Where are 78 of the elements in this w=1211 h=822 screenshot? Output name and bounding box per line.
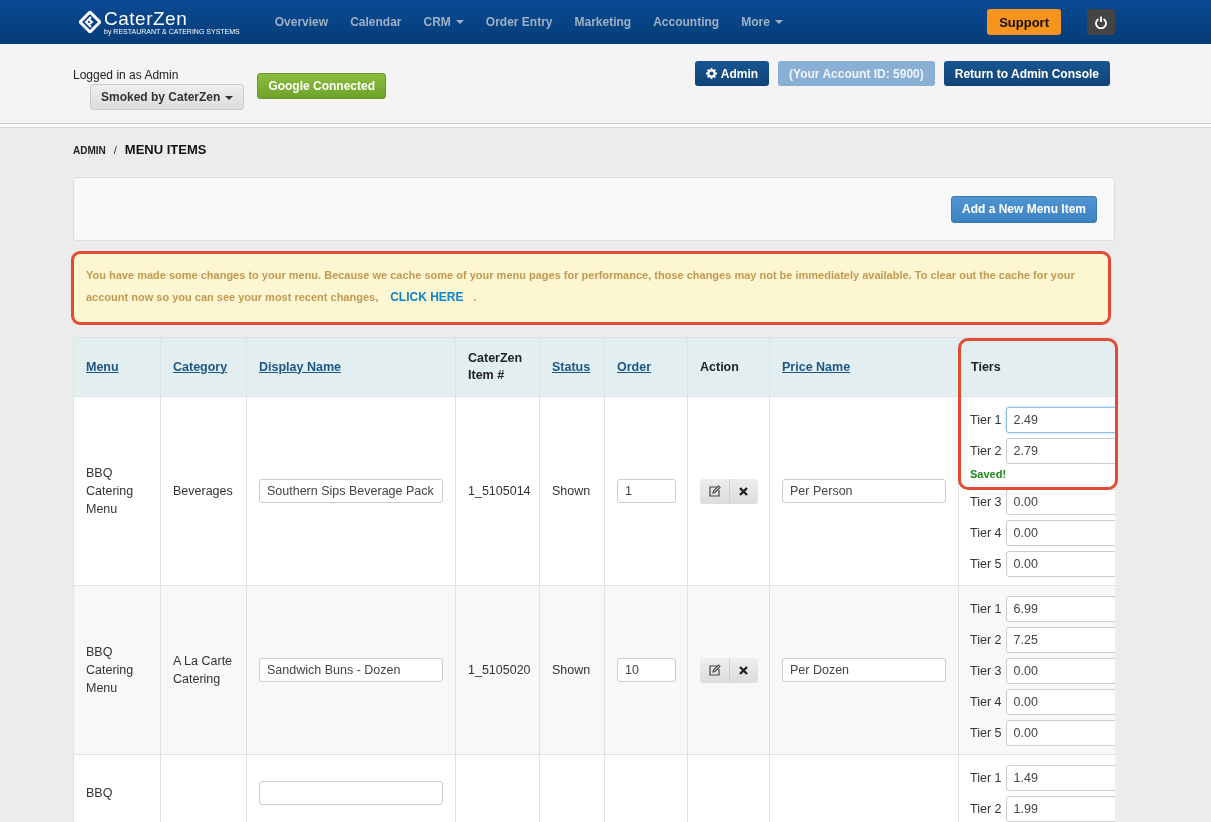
tier-price-field[interactable]: 1.49 <box>1005 764 1115 791</box>
tier-price-field[interactable]: 2.49 <box>1005 406 1115 433</box>
breadcrumb-link[interactable]: ADMIN <box>73 145 106 156</box>
column-header: Action <box>700 359 739 374</box>
table-cell: BBQ <box>86 785 113 800</box>
price-name-field[interactable]: Per Person <box>782 479 946 503</box>
x-icon <box>738 485 750 497</box>
sort-link[interactable]: Display Name <box>259 359 341 374</box>
tier-label: Tier 5 <box>970 724 1002 742</box>
click-here-link[interactable]: CLICK HERE <box>390 290 464 304</box>
return-to-admin-console-button[interactable]: Return to Admin Console <box>943 61 1110 86</box>
column-header: Tiers <box>971 359 1001 374</box>
tier-label: Tier 1 <box>970 600 1002 618</box>
saved-message: Saved! <box>970 467 1008 482</box>
sort-link[interactable]: Menu <box>86 359 119 374</box>
edit-icon <box>707 485 721 497</box>
tier-price-field[interactable]: 2.79 <box>1005 437 1115 464</box>
tier-price-field[interactable]: 7.25 <box>1005 626 1115 653</box>
alert-message: You have made some changes to your menu. Because we cache some of your menu pages for performance, those changes may not be immediately available. To clear out the cache for your account now so you can see your most recent changes, CLICK HERE . <box>86 269 1075 303</box>
location-dropdown[interactable]: Smoked by CaterZen <box>90 84 245 110</box>
tier-label: Tier 2 <box>970 631 1002 649</box>
logo-icon <box>79 11 101 33</box>
tier-label: Tier 5 <box>970 555 1002 573</box>
tier-price-field[interactable]: 0.00 <box>1005 688 1115 715</box>
tier-price-field[interactable]: 0.00 <box>1005 657 1115 684</box>
edit-icon <box>707 664 721 676</box>
nav-link[interactable]: CRM <box>412 15 475 29</box>
table-cell: Shown <box>552 484 591 498</box>
sort-link[interactable]: Order <box>617 359 652 374</box>
nav-link[interactable]: Accounting <box>642 15 731 29</box>
tier-label: Tier 4 <box>970 693 1002 711</box>
nav-link[interactable]: Overview <box>263 15 340 29</box>
nav-link[interactable]: More <box>730 15 794 29</box>
sort-link[interactable]: Price Name <box>782 359 851 374</box>
power-icon <box>1094 15 1108 29</box>
table-cell: BBQ Catering Menu <box>86 466 134 516</box>
tier-label: Tier 3 <box>970 662 1002 680</box>
tier-price-field[interactable]: 0.00 <box>1005 719 1115 746</box>
table-cell: Beverages <box>173 484 233 498</box>
tier-price-field[interactable]: 6.99 <box>1005 595 1115 622</box>
tier-price-field[interactable]: 0.00 <box>1005 519 1115 546</box>
display-name-field[interactable]: Sandwich Buns - Dozen <box>259 658 443 682</box>
nav-link[interactable]: Marketing <box>563 15 643 29</box>
tier-price-field[interactable]: 1.99 <box>1005 795 1115 822</box>
order-field[interactable]: 10 <box>617 658 676 682</box>
page-title: MENU ITEMS <box>124 142 207 157</box>
tier-label: Tier 2 <box>970 800 1002 818</box>
table-cell: 1_5105020 <box>468 663 531 677</box>
display-name-field[interactable] <box>259 780 443 805</box>
tier-label: Tier 1 <box>970 411 1002 429</box>
tier-label: Tier 2 <box>970 442 1002 460</box>
tier-label: Tier 4 <box>970 524 1002 542</box>
order-field[interactable]: 1 <box>617 479 676 503</box>
x-icon <box>738 664 750 676</box>
tier-label: Tier 3 <box>970 493 1002 511</box>
admin-button[interactable]: Admin <box>694 61 770 86</box>
sort-link[interactable]: Status <box>552 359 591 374</box>
table-cell: 1_5105014 <box>468 484 531 498</box>
table-cell: BBQ Catering Menu <box>86 645 134 695</box>
add-menu-item-button[interactable]: Add a New Menu Item <box>951 195 1097 223</box>
tier-price-field[interactable]: 0.00 <box>1005 488 1115 515</box>
tier-label: Tier 1 <box>970 769 1002 787</box>
nav-link[interactable]: Calendar <box>339 15 413 29</box>
sort-link[interactable]: Category <box>173 359 228 374</box>
power-button[interactable] <box>1087 9 1115 35</box>
table-cell: A La Carte Catering <box>173 654 233 686</box>
tier-price-field[interactable]: 0.00 <box>1005 550 1115 577</box>
login-status: Logged in as Admin <box>73 68 179 82</box>
display-name-field[interactable]: Southern Sips Beverage Pack <box>259 479 443 503</box>
breadcrumb-separator: / <box>113 144 117 156</box>
logo-name: CaterZen <box>104 8 189 28</box>
support-button[interactable]: Support <box>987 9 1061 35</box>
gear-icon <box>705 68 717 79</box>
caret-icon <box>225 95 234 100</box>
column-header: CaterZen Item # <box>468 351 523 382</box>
table-cell: Shown <box>552 663 591 677</box>
price-name-field[interactable]: Per Dozen <box>782 658 946 682</box>
nav-link[interactable]: Order Entry <box>474 15 564 29</box>
